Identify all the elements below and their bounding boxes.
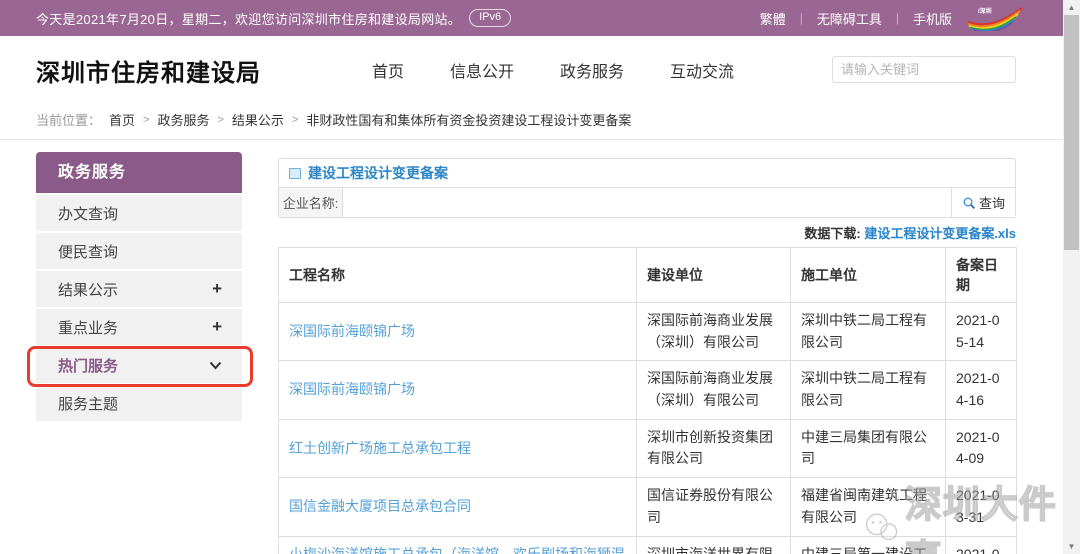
record-date-cell: 2021-03-31 (945, 477, 1017, 537)
download-label: 数据下载: (804, 226, 861, 241)
panel-title-icon (289, 167, 301, 179)
traditional-chinese-link[interactable]: 繁體 (760, 9, 786, 28)
sidebar-item-label: 结果公示 (58, 281, 119, 299)
nav-home[interactable]: 首页 (372, 58, 404, 82)
site-header: 深圳市住房和建设局 首页 信息公开 政务服务 互动交流 (0, 36, 1080, 100)
plus-icon: + (212, 317, 222, 336)
scrollbar-thumb[interactable] (1064, 15, 1079, 250)
plus-icon: + (212, 279, 222, 298)
sidebar-item-label: 重点业务 (58, 319, 119, 337)
mobile-version-link[interactable]: 手机版 (913, 9, 952, 28)
construction-unit-cell: 深国际前海商业发展（深圳）有限公司 (636, 360, 791, 420)
sidebar-item-key-business[interactable]: 重点业务 + (36, 309, 242, 345)
company-name-label: 企业名称: (279, 188, 343, 217)
breadcrumb-separator: > (143, 113, 150, 126)
records-table: 工程名称 建设单位 施工单位 备案日期 深国际前海颐锦广场 深国际前海商业发展（… (278, 247, 1017, 554)
download-xls-link[interactable]: 建设工程设计变更备案.xls (864, 226, 1016, 241)
builder-unit-cell: 中建三局第一建设工程有限责任公司 (790, 535, 946, 554)
builder-unit-cell: 福建省闽南建筑工程有限公司 (790, 477, 946, 537)
sidebar-item-hot-services[interactable]: 热门服务 (36, 347, 242, 383)
breadcrumb-results[interactable]: 结果公示 (232, 110, 284, 129)
construction-unit-cell: 国信证券股份有限公司 (636, 477, 791, 537)
nav-government-services[interactable]: 政务服务 (560, 58, 624, 82)
table-row: 深国际前海颐锦广场 深国际前海商业发展（深圳）有限公司 深圳中铁二局工程有限公司… (278, 301, 1017, 362)
record-date-cell: 2021-04-16 (945, 360, 1017, 420)
nav-info-disclosure[interactable]: 信息公开 (450, 58, 514, 82)
table-row: 深国际前海颐锦广场 深国际前海商业发展（深圳）有限公司 深圳中铁二局工程有限公司… (278, 360, 1017, 420)
site-title: 深圳市住房和建设局 (36, 60, 261, 87)
col-project-name: 工程名称 (278, 247, 637, 303)
ipv6-badge: IPv6 (469, 9, 512, 27)
sidebar-item-label: 热门服务 (58, 357, 119, 375)
rainbow-swoosh-logo-icon: i深圳 (967, 6, 1023, 31)
construction-unit-cell: 深国际前海商业发展（深圳）有限公司 (636, 301, 791, 362)
sidebar-item-label: 服务主题 (58, 395, 119, 413)
sidebar-item-convenience-query[interactable]: 便民查询 (36, 233, 242, 269)
sidebar-item-document-query[interactable]: 办文查询 (36, 195, 242, 231)
builder-unit-cell: 深圳中铁二局工程有限公司 (790, 360, 946, 420)
company-name-input[interactable] (343, 188, 951, 217)
breadcrumb-services[interactable]: 政务服务 (157, 110, 209, 129)
project-link[interactable]: 小梅沙海洋馆施工总承包（海洋馆、欢乐剧场和海狮混养、鲸豚馆、展示服务中心、游客服… (289, 546, 625, 554)
record-date-cell: 2021-05-14 (945, 301, 1017, 362)
divider-line (0, 139, 1080, 140)
separator: | (799, 11, 803, 25)
col-builder-unit: 施工单位 (790, 247, 946, 303)
main-nav: 首页 信息公开 政务服务 互动交流 (372, 58, 734, 82)
company-search-row: 企业名称: 查询 (279, 187, 1015, 217)
table-row: 红土创新广场施工总承包工程 深圳市创新投资集团有限公司 中建三局集团有限公司 2… (278, 418, 1017, 479)
sidebar-item-label: 办文查询 (58, 205, 119, 223)
table-header-row: 工程名称 建设单位 施工单位 备案日期 (278, 247, 1017, 303)
breadcrumb-label: 当前位置： (36, 113, 102, 128)
scroll-down-arrow-icon[interactable]: ▼ (1063, 539, 1080, 554)
magnifier-icon (963, 197, 976, 209)
download-row: 数据下载: 建设工程设计变更备案.xls (278, 223, 1016, 243)
panel-title-row: 建设工程设计变更备案 (279, 159, 1015, 187)
construction-unit-cell: 深圳市创新投资集团有限公司 (636, 418, 791, 479)
panel-title: 建设工程设计变更备案 (308, 165, 448, 181)
page: 今天是2021年7月20日，星期二，欢迎您访问深圳市住房和建设局网站。 IPv6… (0, 0, 1080, 554)
breadcrumb-current: 非财政性国有和集体所有资金投资建设工程设计变更备案 (306, 113, 632, 128)
accessibility-tools-link[interactable]: 无障碍工具 (817, 9, 882, 28)
vertical-scrollbar[interactable]: ▲ ▼ (1063, 0, 1080, 554)
col-record-date: 备案日期 (945, 247, 1017, 303)
project-link[interactable]: 深国际前海颐锦广场 (289, 381, 415, 397)
sidebar-item-service-topics[interactable]: 服务主题 (36, 385, 242, 421)
breadcrumb-home[interactable]: 首页 (109, 110, 135, 129)
sidebar: 政务服务 办文查询 便民查询 结果公示 + 重点业务 + 热门服务 服务主题 (27, 152, 253, 421)
builder-unit-cell: 深圳中铁二局工程有限公司 (790, 301, 946, 362)
site-search-input[interactable] (841, 62, 1017, 77)
builder-unit-cell: 中建三局集团有限公司 (790, 418, 946, 479)
separator: | (895, 11, 899, 25)
chevron-down-icon (209, 361, 222, 369)
nav-interaction[interactable]: 互动交流 (670, 58, 734, 82)
top-bar: 今天是2021年7月20日，星期二，欢迎您访问深圳市住房和建设局网站。 IPv6… (0, 0, 1080, 36)
col-construction-unit: 建设单位 (636, 247, 791, 303)
construction-unit-cell: 深圳市海洋世界有限公司 (636, 535, 791, 554)
company-name-field-wrap (343, 188, 951, 217)
welcome-text: 今天是2021年7月20日，星期二，欢迎您访问深圳市住房和建设局网站。 (36, 11, 462, 27)
record-date-cell: 2021-04-09 (945, 418, 1017, 479)
query-button[interactable]: 查询 (951, 188, 1015, 217)
record-date-cell: 2021-03-23 (945, 535, 1017, 554)
svg-text:i深圳: i深圳 (978, 7, 992, 15)
breadcrumb-separator: > (291, 113, 299, 126)
breadcrumb: 当前位置： 首页 > 政务服务 > 结果公示 > 非财政性国有和集体所有资金投资… (36, 110, 631, 129)
table-row: 小梅沙海洋馆施工总承包（海洋馆、欢乐剧场和海狮混养、鲸豚馆、展示服务中心、游客服… (278, 535, 1017, 554)
site-search-box (832, 56, 1017, 83)
project-link[interactable]: 深国际前海颐锦广场 (289, 323, 415, 339)
sidebar-item-results-publicity[interactable]: 结果公示 + (36, 271, 242, 307)
sidebar-item-label: 便民查询 (58, 243, 119, 261)
project-link[interactable]: 红土创新广场施工总承包工程 (289, 440, 471, 456)
query-button-label: 查询 (978, 196, 1005, 211)
table-row: 国信金融大厦项目总承包合同 国信证券股份有限公司 福建省闽南建筑工程有限公司 2… (278, 477, 1017, 537)
breadcrumb-separator: > (217, 113, 224, 126)
topbar-links: 繁體 | 无障碍工具 | 手机版 i深圳 (760, 5, 1024, 31)
main-content: 建设工程设计变更备案 企业名称: 查询 数据下载: 建设工程设计变更备案.xls (278, 158, 1017, 554)
scroll-up-arrow-icon[interactable]: ▲ (1063, 0, 1080, 15)
panel-header: 建设工程设计变更备案 企业名称: 查询 (278, 158, 1016, 218)
sidebar-header: 政务服务 (36, 152, 242, 193)
project-link[interactable]: 国信金融大厦项目总承包合同 (289, 498, 471, 514)
